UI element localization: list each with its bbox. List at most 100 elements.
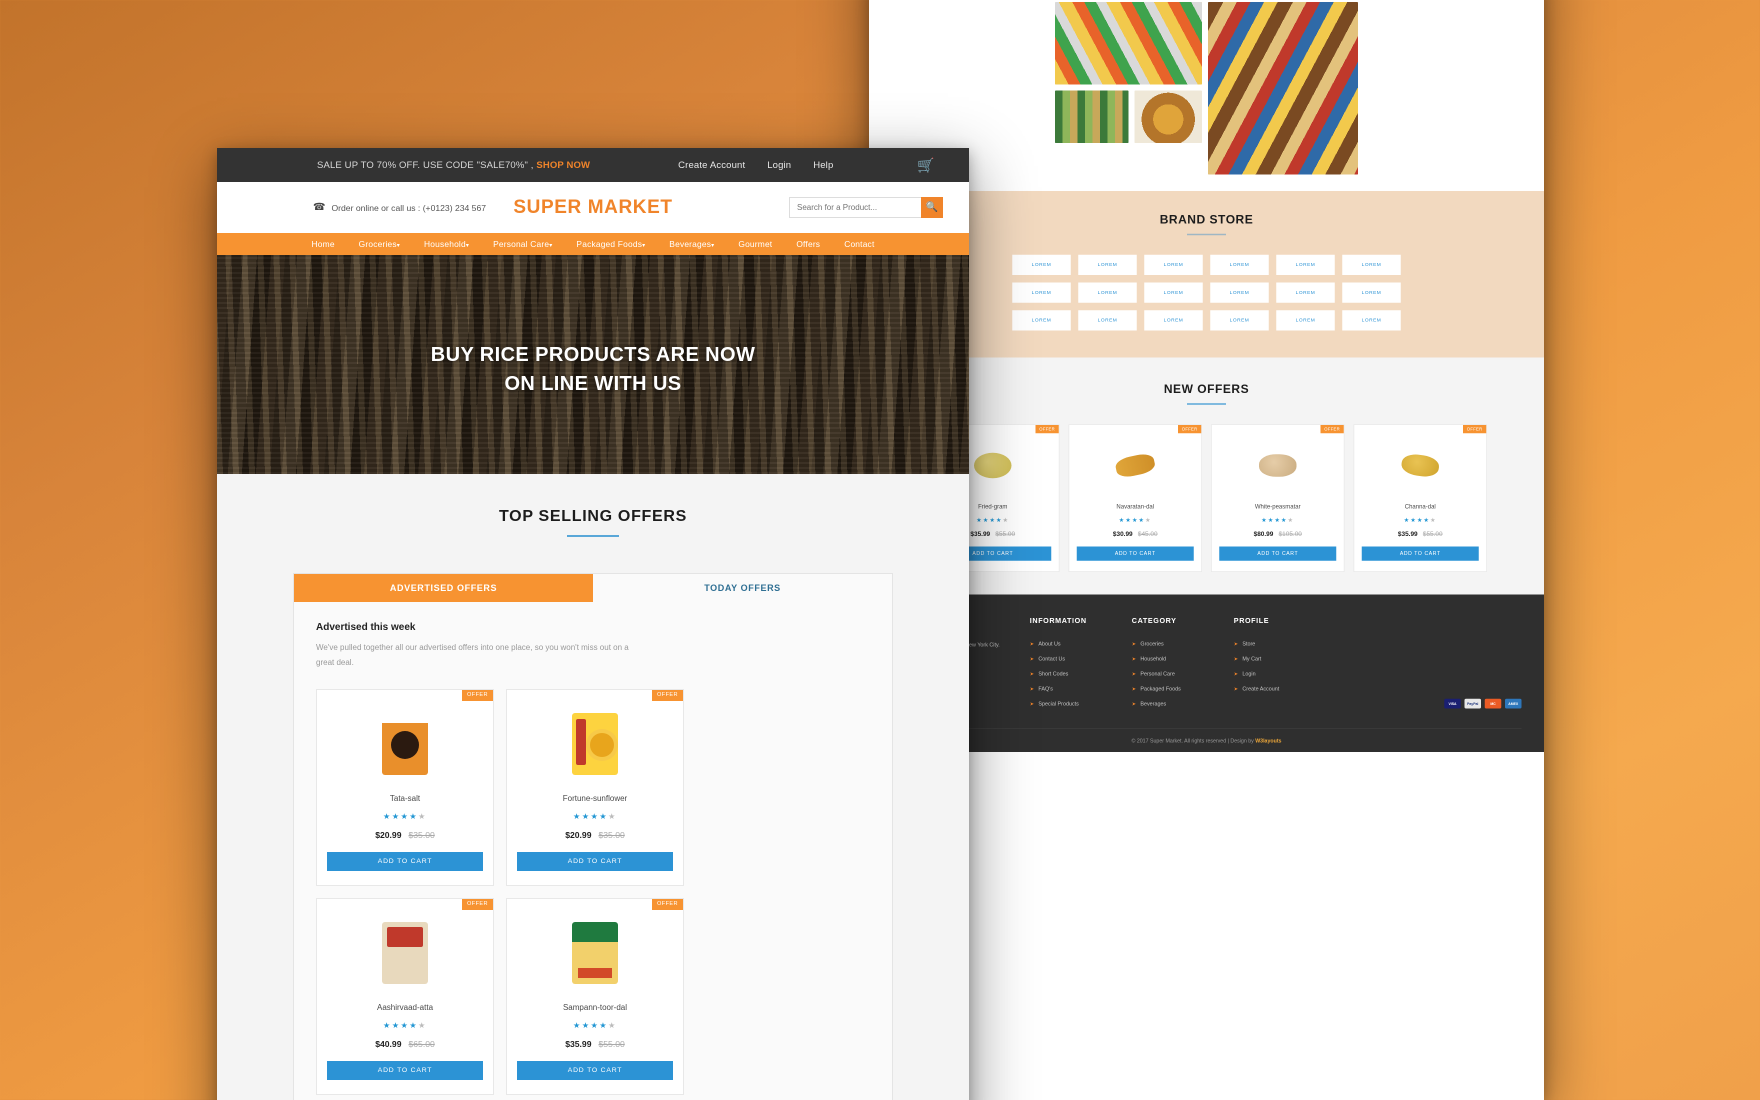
tile-snacks[interactable] xyxy=(1055,2,1202,85)
footer-link-label[interactable]: Contact Us xyxy=(1038,655,1065,662)
star-empty: ★ xyxy=(1145,516,1152,524)
product-price: $35.99 $55.00 xyxy=(1362,530,1479,538)
footer-link-label[interactable]: Create Account xyxy=(1242,685,1279,692)
search-button[interactable]: 🔍 xyxy=(921,197,943,218)
footer-link-item[interactable]: ➤ My Cart xyxy=(1234,655,1306,662)
offers-tab-header[interactable]: ADVERTISED OFFERS TODAY OFFERS xyxy=(294,574,892,602)
designer-link[interactable]: W3layouts xyxy=(1255,739,1281,744)
nav-item-packaged-foods[interactable]: Packaged Foods▾ xyxy=(576,239,645,249)
create-account-link[interactable]: Create Account xyxy=(678,160,745,171)
brand-cell[interactable]: LOREM xyxy=(1012,310,1071,331)
nav-item-home[interactable]: Home xyxy=(312,239,335,249)
footer-link-item[interactable]: ➤ FAQ's xyxy=(1030,685,1102,692)
footer-link-item[interactable]: ➤ Beverages xyxy=(1132,700,1204,707)
login-link[interactable]: Login xyxy=(767,160,791,171)
add-to-cart-button[interactable]: ADD TO CART xyxy=(327,851,483,871)
product-price: $40.99 $65.00 xyxy=(327,1039,483,1049)
nav-item-household[interactable]: Household▾ xyxy=(424,239,469,249)
add-to-cart-button[interactable]: ADD TO CART xyxy=(517,851,673,871)
brand-cell[interactable]: LOREM xyxy=(1342,282,1401,303)
footer-link-item[interactable]: ➤ Groceries xyxy=(1132,640,1204,647)
footer-link-label[interactable]: Special Products xyxy=(1038,700,1078,707)
nav-item-offers[interactable]: Offers xyxy=(796,239,820,249)
search-box[interactable]: 🔍 xyxy=(789,197,943,218)
browser-window-front[interactable]: SALE UP TO 70% OFF. USE CODE "SALE70%" ,… xyxy=(217,148,969,1100)
footer-link-item[interactable]: ➤ Create Account xyxy=(1234,685,1306,692)
footer-link-item[interactable]: ➤ About Us xyxy=(1030,640,1102,647)
browser-window-back[interactable]: BRAND STORE LOREM LOREM LOREM LOREM LOREM LOR… xyxy=(869,0,1544,1100)
add-to-cart-button[interactable]: ADD TO CART xyxy=(1361,546,1479,561)
brand-cell[interactable]: LOREM xyxy=(1012,254,1071,275)
footer-link-item[interactable]: ➤ Contact Us xyxy=(1030,655,1102,662)
footer-link-label[interactable]: Short Codes xyxy=(1038,670,1068,677)
brand-cell[interactable]: LOREM xyxy=(1144,282,1203,303)
shopping-cart-icon[interactable]: 🛒 xyxy=(917,157,935,174)
footer-link-label[interactable]: Personal Care xyxy=(1140,670,1174,677)
add-to-cart-button[interactable]: ADD TO CART xyxy=(1219,546,1337,561)
tile-spices[interactable] xyxy=(1134,90,1202,143)
footer-link-item[interactable]: ➤ Household xyxy=(1132,655,1204,662)
footer-link-label[interactable]: Login xyxy=(1242,670,1255,677)
offer-badge: OFFER xyxy=(652,898,683,910)
nav-item-beverages[interactable]: Beverages▾ xyxy=(669,239,714,249)
brand-cell[interactable]: LOREM xyxy=(1276,254,1335,275)
product-card[interactable]: OFFER Channa-dal ★★★★★ $35.99 $55.00 ADD TO C… xyxy=(1353,424,1487,572)
product-card[interactable]: OFFER Aashirvaad-atta ★★★★★ $40.99 $65.00 ADD… xyxy=(316,897,494,1095)
tab-today-offers[interactable]: TODAY OFFERS xyxy=(593,574,892,602)
brand-cell[interactable]: LOREM xyxy=(1144,310,1203,331)
footer-link-item[interactable]: ➤ Store xyxy=(1234,640,1306,647)
footer-link-label[interactable]: About Us xyxy=(1038,640,1060,647)
brand-cell[interactable]: LOREM xyxy=(1210,254,1269,275)
brand-cell[interactable]: LOREM xyxy=(1276,310,1335,331)
tile-packaged-foods[interactable] xyxy=(1208,2,1358,175)
product-card[interactable]: OFFER Fortune-sunflower ★★★★★ $20.99 $35.00 A… xyxy=(506,688,684,886)
brand-cell[interactable]: LOREM xyxy=(1210,282,1269,303)
tile-vegetables[interactable] xyxy=(1055,90,1129,143)
brand-cell[interactable]: LOREM xyxy=(1144,254,1203,275)
brand-cell[interactable]: LOREM xyxy=(1210,310,1269,331)
main-navigation[interactable]: Home Groceries▾ Household▾ Personal Care▾ Pa… xyxy=(217,233,969,255)
add-to-cart-button[interactable]: ADD TO CART xyxy=(517,1060,673,1080)
footer-link-label[interactable]: Groceries xyxy=(1140,640,1163,647)
nav-item-personal-care[interactable]: Personal Care▾ xyxy=(493,239,552,249)
brand-cell[interactable]: LOREM xyxy=(1342,254,1401,275)
footer-link-label[interactable]: My Cart xyxy=(1242,655,1261,662)
star-empty: ★ xyxy=(1430,516,1437,524)
footer-link-label[interactable]: Store xyxy=(1242,640,1255,647)
footer-link-item[interactable]: ➤ Packaged Foods xyxy=(1132,685,1204,692)
nav-item-gourmet[interactable]: Gourmet xyxy=(738,239,772,249)
rating-stars: ★★★★★ xyxy=(1362,517,1479,524)
search-input[interactable] xyxy=(789,197,921,218)
brand-cell[interactable]: LOREM xyxy=(1078,254,1137,275)
footer-link-label[interactable]: Beverages xyxy=(1140,700,1166,707)
footer-column-profile: PROFILE ➤ Store ➤ My Cart ➤ Login ➤ Create Acco… xyxy=(1234,617,1306,715)
footer-column-information: INFORMATION ➤ About Us ➤ Contact Us ➤ Short C… xyxy=(1030,617,1102,715)
tab-advertised-offers[interactable]: ADVERTISED OFFERS xyxy=(294,574,593,602)
help-link[interactable]: Help xyxy=(813,160,833,171)
footer-link-label[interactable]: FAQ's xyxy=(1038,685,1053,692)
rating-stars: ★★★★★ xyxy=(1077,517,1194,524)
brand-cell[interactable]: LOREM xyxy=(1012,282,1071,303)
footer-link-label[interactable]: Household xyxy=(1140,655,1166,662)
brand-cell[interactable]: LOREM xyxy=(1078,310,1137,331)
product-card[interactable]: OFFER Tata-salt ★★★★★ $20.99 $35.00 ADD TO CA… xyxy=(316,688,494,886)
brand-cell[interactable]: LOREM xyxy=(1276,282,1335,303)
footer-link-item[interactable]: ➤ Login xyxy=(1234,670,1306,677)
brand-cell[interactable]: LOREM xyxy=(1078,282,1137,303)
product-card[interactable]: OFFER Navaratan-dal ★★★★★ $30.99 $45.00 ADD T… xyxy=(1068,424,1202,572)
product-card[interactable]: OFFER Sampann-toor-dal ★★★★★ $35.99 $55.00 AD… xyxy=(506,897,684,1095)
nav-item-groceries[interactable]: Groceries▾ xyxy=(359,239,400,249)
utility-links[interactable]: Create Account Login Help xyxy=(678,160,833,171)
shop-now-link[interactable]: SHOP NOW xyxy=(536,160,590,171)
add-to-cart-button[interactable]: ADD TO CART xyxy=(1076,546,1194,561)
nav-item-contact[interactable]: Contact xyxy=(844,239,874,249)
footer-link-item[interactable]: ➤ Personal Care xyxy=(1132,670,1204,677)
brand-cell[interactable]: LOREM xyxy=(1342,310,1401,331)
footer-link-label[interactable]: Packaged Foods xyxy=(1140,685,1180,692)
add-to-cart-button[interactable]: ADD TO CART xyxy=(327,1060,483,1080)
footer-link-item[interactable]: ➤ Short Codes xyxy=(1030,670,1102,677)
footer-link-item[interactable]: ➤ Special Products xyxy=(1030,700,1102,707)
product-card[interactable]: OFFER White-peasmatar ★★★★★ $80.99 $105.00 AD… xyxy=(1211,424,1345,572)
product-name: Aashirvaad-atta xyxy=(376,1002,434,1012)
amex-icon: AMEX xyxy=(1505,698,1522,709)
